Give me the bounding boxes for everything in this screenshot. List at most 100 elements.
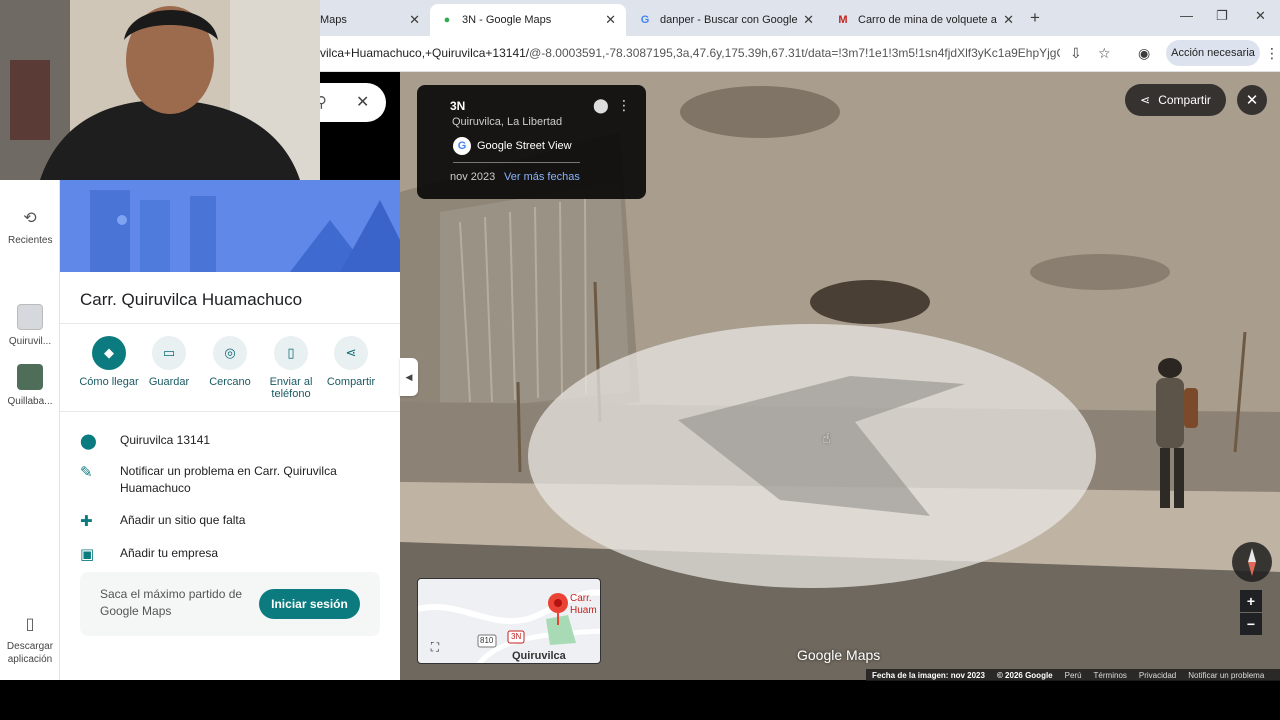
tab-close-icon[interactable]: ✕: [803, 12, 814, 28]
tab-carro-mina[interactable]: M Carro de mina de volquete a la ✕: [826, 4, 1024, 36]
capture-date: nov 2023: [450, 171, 496, 183]
add-location-icon: ✚: [80, 513, 93, 530]
terms-link[interactable]: Términos: [1094, 671, 1127, 680]
country-link[interactable]: Perú: [1065, 671, 1082, 680]
directions-button[interactable]: ◆ Cómo llegar: [77, 336, 141, 388]
install-app-icon[interactable]: ⇩: [1070, 45, 1082, 62]
bookmark-star-icon[interactable]: ☆: [1098, 45, 1111, 62]
bookmark-icon: ▭: [152, 336, 186, 370]
google-g-icon: G: [453, 137, 471, 155]
tab-close-icon[interactable]: ✕: [1003, 12, 1014, 28]
send-to-phone-button[interactable]: ▯ Enviar al teléfono: [259, 336, 323, 400]
signin-prompt-text: Saca el máximo partido de Google Maps: [100, 587, 243, 618]
share-place-button[interactable]: ⋖ Compartir: [319, 336, 383, 388]
expand-map-icon[interactable]: ⛶: [426, 640, 444, 658]
collapse-panel-button[interactable]: ◀: [400, 358, 418, 396]
more-options-icon[interactable]: ⋮: [617, 97, 631, 114]
clear-search-icon[interactable]: ✕: [356, 92, 369, 112]
share-button[interactable]: ⋖ Compartir: [1125, 84, 1226, 116]
signin-prompt-card: Saca el máximo partido de Google Maps In…: [80, 572, 380, 636]
location-title: 3N: [450, 99, 466, 113]
privacy-link[interactable]: Privacidad: [1139, 671, 1176, 680]
zoom-out-button[interactable]: −: [1240, 613, 1262, 635]
image-date: Fecha de la imagen: nov 2023: [872, 670, 985, 680]
location-pin-icon: ⬤: [80, 433, 97, 450]
directions-icon: ◆: [92, 336, 126, 370]
nearby-button[interactable]: ◎ Cercano: [198, 336, 262, 388]
tab-title: Carro de mina de volquete a la: [858, 14, 998, 26]
map-footer: Fecha de la imagen: nov 2023 © 2026 Goog…: [866, 669, 1280, 681]
street-view-info-card: 3N Quiruvilca, La Libertad G Google Stre…: [417, 85, 646, 199]
copyright: © 2026 Google: [996, 670, 1053, 680]
chevron-left-icon: ◀: [405, 371, 413, 382]
rail-recents[interactable]: ⟲ Recientes: [0, 208, 60, 247]
report-problem-text: Notificar un problema en Carr. Quiruvilc…: [120, 464, 337, 495]
url-field[interactable]: vilca+Huamachuco,+Quiruvilca+13141/@-8.0…: [320, 46, 1060, 60]
add-place-row[interactable]: ✚ Añadir un sitio que falta: [80, 512, 380, 532]
tab-close-icon[interactable]: ✕: [409, 12, 420, 28]
signin-button[interactable]: Iniciar sesión: [259, 589, 360, 619]
place-panel: Carr. Quiruvilca Huamachuco ◆ Cómo llega…: [60, 180, 400, 680]
divider: [60, 323, 400, 324]
nearby-icon: ◎: [213, 336, 247, 370]
save-button[interactable]: ▭ Guardar: [137, 336, 201, 388]
rail-recent-quiruvilca[interactable]: Quiruvil...: [0, 304, 60, 347]
rail-download-app[interactable]: ▯ Descargar aplicación: [0, 614, 60, 666]
hand-cursor-icon: ☝: [822, 430, 831, 446]
pencil-icon: ✎: [80, 464, 93, 481]
left-nav-rail: ⟲ Recientes Quiruvil... Quillaba... ▯ De…: [0, 180, 60, 680]
location-subtitle: Quiruvilca, La Libertad: [452, 116, 563, 128]
place-hero-image: [60, 180, 400, 272]
share-place-label: Compartir: [326, 376, 376, 388]
recent-label: Quillaba...: [7, 396, 53, 407]
address-text: Quiruvilca 13141: [120, 433, 211, 447]
compass-needle-icon: [1248, 548, 1256, 576]
add-business-text: Añadir tu empresa: [120, 546, 219, 560]
mini-map[interactable]: 810 3N Carr. Huam Quiruvilca ⛶: [417, 578, 601, 664]
webcam-overlay: [0, 0, 320, 180]
zoom-in-button[interactable]: +: [1240, 590, 1262, 612]
report-problem-link[interactable]: Notificar un problema: [1188, 671, 1264, 680]
tab-title: Maps: [320, 14, 347, 26]
save-label: Guardar: [148, 376, 190, 388]
download-label: Descargar aplicación: [6, 641, 54, 665]
webcam-person-image: [0, 0, 320, 180]
city-illustration: [60, 180, 400, 272]
tab-google-search[interactable]: G danper - Buscar con Google ✕: [628, 4, 824, 36]
recent-label: Quiruvil...: [8, 336, 52, 347]
address-row[interactable]: ⬤ Quiruvilca 13141: [80, 432, 380, 452]
recents-label: Recientes: [8, 235, 53, 246]
tab-google-maps[interactable]: ● 3N - Google Maps ✕: [430, 4, 626, 36]
more-dates-link[interactable]: Ver más fechas: [504, 171, 580, 183]
rail-recent-quillabamba[interactable]: Quillaba...: [0, 364, 60, 407]
report-problem-row[interactable]: ✎ Notificar un problema en Carr. Quiruvi…: [80, 463, 380, 499]
share-icon: ⋖: [334, 336, 368, 370]
minimize-icon[interactable]: —: [1180, 8, 1193, 23]
google-maps-logo: Google Maps: [797, 647, 881, 663]
url-path: vilca+Huamachuco,+Quiruvilca+13141/: [320, 46, 530, 60]
place-thumbnail: [17, 304, 43, 330]
street-view-provider: G Google Street View: [453, 137, 572, 155]
provider-label: Google Street View: [477, 140, 572, 152]
window-close-icon[interactable]: ✕: [1255, 8, 1266, 24]
add-business-row[interactable]: ▣ Añadir tu empresa: [80, 545, 380, 565]
divider: [453, 162, 580, 163]
tab-maps[interactable]: Maps ✕: [310, 4, 430, 36]
route-3n-shield: 3N: [511, 632, 522, 641]
close-street-view-button[interactable]: ✕: [1237, 85, 1267, 115]
restore-icon[interactable]: ❐: [1216, 8, 1228, 24]
action-needed-button[interactable]: Acción necesaria: [1166, 40, 1260, 66]
mini-map-place-label: Carr. Huam: [570, 593, 597, 616]
tab-title: danper - Buscar con Google: [660, 14, 798, 26]
new-tab-plus-icon[interactable]: +: [1030, 8, 1040, 28]
add-business-icon: ▣: [80, 546, 95, 563]
browser-menu-icon[interactable]: ⋮: [1265, 45, 1279, 62]
place-thumbnail: [17, 364, 43, 390]
site-m-icon: M: [838, 14, 848, 26]
phone-icon: ▯: [25, 616, 35, 633]
location-pin-icon[interactable]: ⬤: [593, 97, 609, 114]
tab-close-icon[interactable]: ✕: [605, 12, 616, 28]
history-icon: ⟲: [23, 210, 37, 227]
profile-icon[interactable]: ◉: [1138, 45, 1150, 62]
compass-control[interactable]: [1232, 542, 1272, 582]
